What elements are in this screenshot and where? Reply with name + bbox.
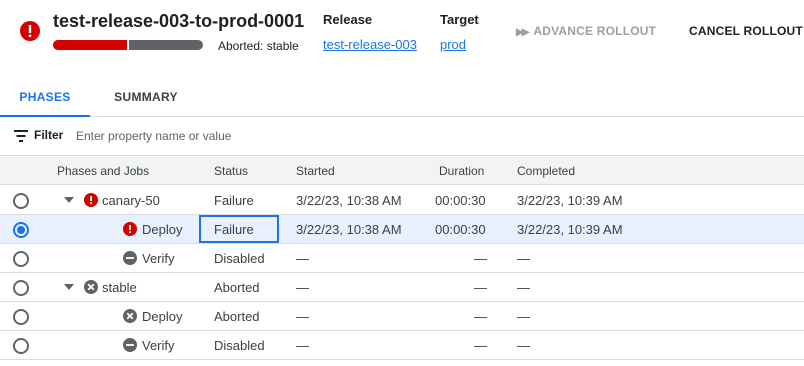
status-cell: Failure	[214, 222, 254, 237]
row-radio[interactable]	[13, 309, 29, 325]
target-label: Target	[440, 12, 479, 27]
disabled-icon	[123, 251, 137, 265]
collapse-caret-icon[interactable]	[64, 284, 74, 290]
duration-cell: —	[474, 280, 487, 295]
completed-cell: —	[517, 309, 530, 324]
table-row[interactable]: Deploy Failure 3/22/23, 10:38 AM 00:00:3…	[0, 215, 804, 244]
duration-cell: —	[474, 309, 487, 324]
status-cell: Aborted	[214, 280, 260, 295]
progress-failed-segment	[53, 40, 127, 50]
release-link[interactable]: test-release-003	[323, 37, 417, 52]
job-name: Verify	[142, 251, 175, 266]
disabled-icon	[123, 338, 137, 352]
table-row[interactable]: Deploy Aborted — — —	[0, 302, 804, 331]
completed-cell: —	[517, 251, 530, 266]
table-row[interactable]: canary-50 Failure 3/22/23, 10:38 AM 00:0…	[0, 186, 804, 215]
job-name: Deploy	[142, 309, 183, 324]
rollout-header: test-release-003-to-prod-0001 Aborted: s…	[0, 0, 804, 78]
error-icon	[20, 21, 40, 41]
duration-cell: —	[474, 251, 487, 266]
phase-name: canary-50	[102, 193, 160, 208]
rollout-progress-bar	[53, 40, 203, 50]
advance-rollout-button[interactable]: ▶▶ ADVANCE ROLLOUT	[516, 24, 656, 38]
row-radio[interactable]	[13, 222, 29, 238]
started-cell: 3/22/23, 10:38 AM	[296, 193, 402, 208]
duration-cell: —	[474, 338, 487, 353]
table-row[interactable]: Verify Disabled — — —	[0, 244, 804, 273]
error-icon	[123, 222, 137, 236]
started-cell: —	[296, 338, 309, 353]
started-cell: —	[296, 280, 309, 295]
job-name: Verify	[142, 338, 175, 353]
progress-divider	[127, 40, 129, 50]
status-cell: Failure	[214, 193, 254, 208]
aborted-icon	[123, 309, 137, 323]
filter-icon	[14, 130, 28, 142]
cancel-rollout-button[interactable]: CANCEL ROLLOUT	[689, 24, 803, 38]
table-row[interactable]: stable Aborted — — —	[0, 273, 804, 302]
filter-input[interactable]	[76, 126, 476, 146]
table-row[interactable]: Verify Disabled — — —	[0, 331, 804, 360]
target-link[interactable]: prod	[440, 37, 466, 52]
column-header-completed[interactable]: Completed	[517, 164, 575, 178]
advance-rollout-label: ADVANCE ROLLOUT	[533, 24, 657, 38]
tab-phases[interactable]: PHASES	[0, 78, 90, 117]
completed-cell: —	[517, 338, 530, 353]
filter-bar: Filter	[0, 118, 804, 156]
started-cell: —	[296, 309, 309, 324]
row-radio[interactable]	[13, 338, 29, 354]
status-cell: Aborted	[214, 309, 260, 324]
started-cell: —	[296, 251, 309, 266]
error-icon	[84, 193, 98, 207]
filter-label: Filter	[34, 128, 64, 142]
column-header-started[interactable]: Started	[296, 164, 335, 178]
column-header-phases[interactable]: Phases and Jobs	[57, 164, 149, 178]
duration-cell: 00:00:30	[435, 193, 486, 208]
completed-cell: 3/22/23, 10:39 AM	[517, 222, 623, 237]
fast-forward-icon: ▶▶	[516, 27, 529, 38]
started-cell: 3/22/23, 10:38 AM	[296, 222, 402, 237]
aborted-icon	[84, 280, 98, 294]
completed-cell: —	[517, 280, 530, 295]
release-label: Release	[323, 12, 373, 27]
collapse-caret-icon[interactable]	[64, 197, 74, 203]
job-name: Deploy	[142, 222, 183, 237]
column-header-status[interactable]: Status	[214, 164, 248, 178]
row-radio[interactable]	[13, 280, 29, 296]
rollout-status-text: Aborted: stable	[218, 39, 299, 53]
rollout-title: test-release-003-to-prod-0001	[53, 11, 305, 31]
tab-summary[interactable]: SUMMARY	[100, 78, 192, 117]
tab-bar: PHASES SUMMARY	[0, 78, 804, 117]
table-header: Phases and Jobs Status Started Duration …	[0, 157, 804, 185]
status-cell: Disabled	[214, 338, 265, 353]
row-radio[interactable]	[13, 251, 29, 267]
duration-cell: 00:00:30	[435, 222, 486, 237]
completed-cell: 3/22/23, 10:39 AM	[517, 193, 623, 208]
row-radio[interactable]	[13, 193, 29, 209]
status-cell: Disabled	[214, 251, 265, 266]
column-header-duration[interactable]: Duration	[439, 164, 484, 178]
phase-name: stable	[102, 280, 137, 295]
